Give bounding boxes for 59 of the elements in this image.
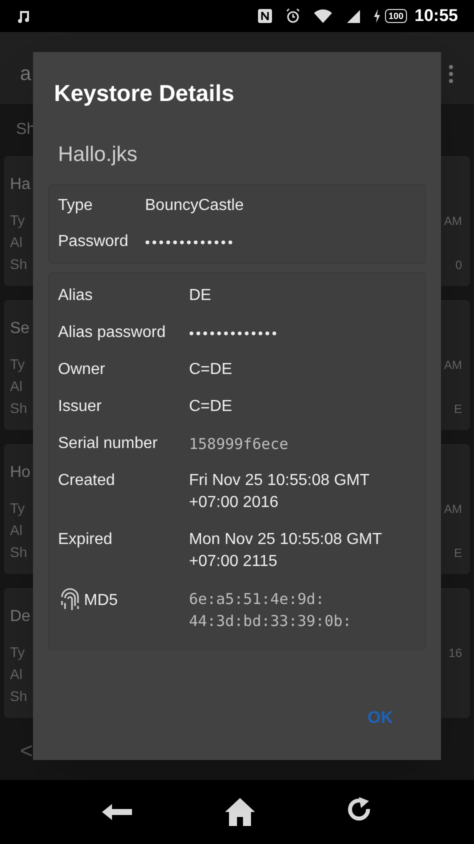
card-text: Ty xyxy=(10,643,25,662)
card-text: AM xyxy=(444,356,462,374)
ok-button[interactable]: OK xyxy=(360,700,401,734)
field-value: DE xyxy=(189,286,212,306)
card-text: Sh xyxy=(10,687,28,706)
masked-password: ••••••••••••• xyxy=(189,324,279,343)
field-label: Password xyxy=(58,232,128,252)
card-title: Se xyxy=(10,319,30,339)
field-label: Issuer xyxy=(58,397,102,417)
field-label: Alias password xyxy=(58,323,166,343)
card-title: De xyxy=(10,607,30,627)
field-value: C=DE xyxy=(189,360,232,380)
card-text: Ty xyxy=(10,211,25,230)
card-text: Ty xyxy=(10,499,25,518)
card-text: 16 xyxy=(448,644,462,662)
field-value: BouncyCastle xyxy=(145,196,244,216)
wifi-icon xyxy=(313,8,334,24)
masked-password: ••••••••••••• xyxy=(145,233,235,252)
field-value: 158999f6ece xyxy=(189,434,288,455)
music-note-icon xyxy=(16,8,32,24)
card-text: AM xyxy=(444,212,462,230)
card-text: AM xyxy=(444,500,462,518)
card-text: Ty xyxy=(10,355,25,374)
back-mark: < xyxy=(20,738,33,763)
card-title: Ha xyxy=(10,175,30,195)
card-text: 0 xyxy=(455,256,462,274)
field-label: Expired xyxy=(58,530,112,550)
signal-icon xyxy=(345,8,362,24)
card-text: Al xyxy=(10,377,22,396)
field-label: Alias xyxy=(58,286,93,306)
card-text: Al xyxy=(10,233,22,252)
nfc-icon xyxy=(257,8,274,24)
card-text: Al xyxy=(10,521,22,540)
card-text: E xyxy=(454,400,462,418)
card-text: Sh xyxy=(10,543,28,562)
field-label: Serial number xyxy=(58,434,158,454)
charging-icon xyxy=(373,9,382,23)
card-title: Ho xyxy=(10,463,30,483)
dialog-title: Keystore Details xyxy=(54,80,234,106)
card-text: E xyxy=(454,544,462,562)
field-value: 6e:a5:51:4e:9d: 44:3d:bd:33:39:0b: xyxy=(189,589,353,632)
field-value: Mon Nov 25 10:55:08 GMT +07:00 2115 xyxy=(189,530,383,572)
home-icon[interactable] xyxy=(222,796,257,828)
overflow-menu-icon xyxy=(448,64,454,84)
field-value: C=DE xyxy=(189,397,232,417)
back-arrow-icon[interactable] xyxy=(100,802,134,822)
field-label: Owner xyxy=(58,360,106,380)
card-text: Al xyxy=(10,665,22,684)
keystore-file-name: Hallo.jks xyxy=(58,142,138,166)
field-value: Fri Nov 25 10:55:08 GMT +07:00 2016 xyxy=(189,471,370,513)
field-label: MD5 xyxy=(84,591,118,611)
card-text: Sh xyxy=(10,255,28,274)
field-label: Created xyxy=(58,471,115,491)
clock: 10:55 xyxy=(414,5,458,28)
card-text: Sh xyxy=(10,399,28,418)
app-title: a xyxy=(20,62,32,87)
field-label: Type xyxy=(58,196,93,216)
alarm-clock-icon xyxy=(285,8,302,24)
battery-level: 100 xyxy=(385,9,407,23)
